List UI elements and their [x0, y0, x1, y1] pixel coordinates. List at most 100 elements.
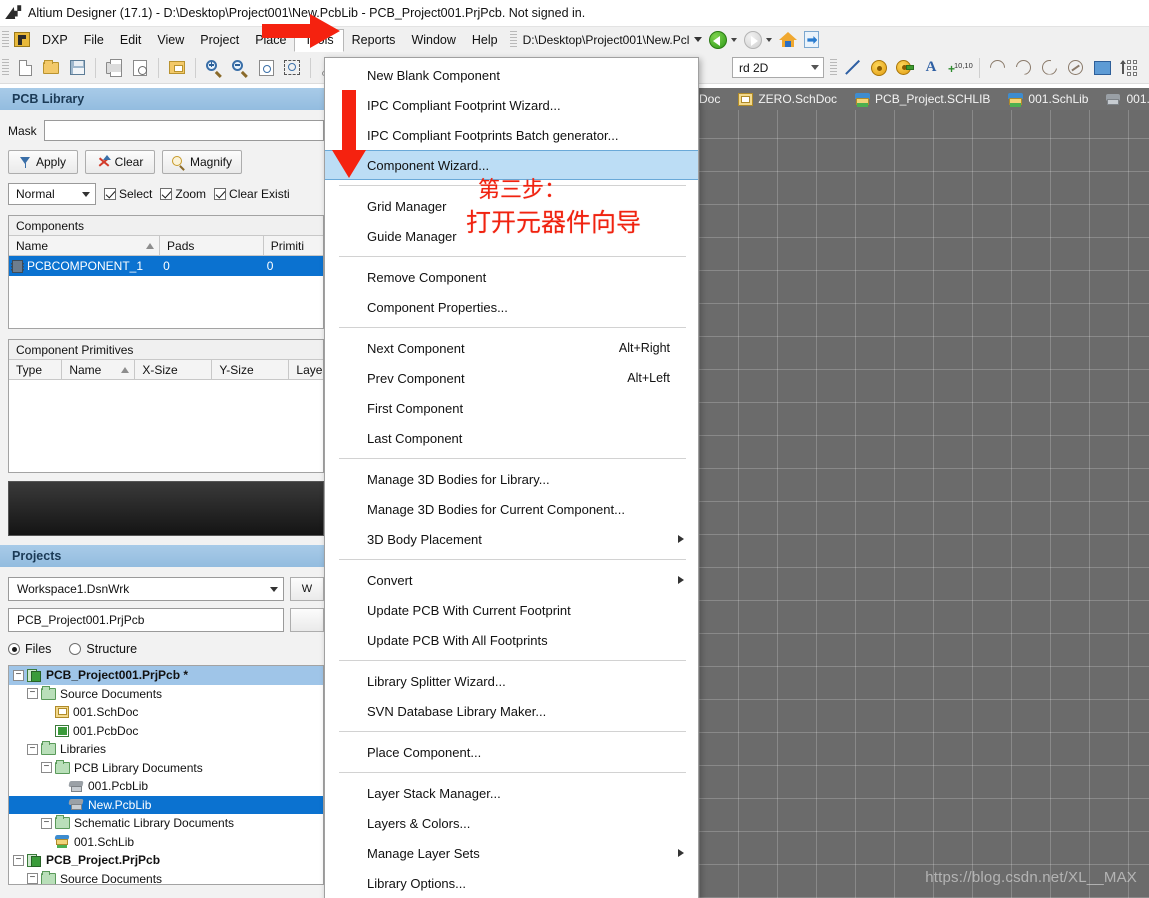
open-folder-icon[interactable] — [39, 56, 63, 80]
apply-button[interactable]: Apply — [8, 150, 78, 174]
menu-item-component-wizard[interactable]: Component Wizard... — [325, 150, 698, 180]
menu-item-layers-and-colors[interactable]: Layers & Colors... — [325, 808, 698, 838]
menu-item-prev-component[interactable]: Prev Component Alt+Left — [325, 363, 698, 393]
menu-item-next-component[interactable]: Next Component Alt+Right — [325, 333, 698, 363]
menu-item-new-blank-component[interactable]: New Blank Component — [325, 60, 698, 90]
menu-item-ipc-compliant-footprint-wizard[interactable]: IPC Compliant Footprint Wizard... — [325, 90, 698, 120]
view-mode-combo[interactable]: rd 2D — [732, 57, 824, 78]
tree-item-001-schlib[interactable]: 001.SchLib — [9, 833, 323, 852]
menu-item-update-pcb-with-current-footprint[interactable]: Update PCB With Current Footprint — [325, 595, 698, 625]
menu-dxp[interactable]: DXP — [34, 29, 76, 51]
expander-icon[interactable]: − — [13, 854, 24, 866]
place-arc-edge-icon[interactable] — [1012, 56, 1036, 80]
document-path-combo[interactable]: D:\Desktop\Project001\New.Pcl — [523, 33, 703, 47]
print-icon[interactable] — [102, 56, 126, 80]
menu-item-ipc-compliant-footprints-batch-generator[interactable]: IPC Compliant Footprints Batch generator… — [325, 120, 698, 150]
expander-icon[interactable]: − — [41, 762, 52, 774]
expander-icon[interactable]: − — [27, 688, 38, 700]
column-header-prim-name[interactable]: Name — [62, 360, 136, 379]
tree-item-001-schdoc[interactable]: 001.SchDoc — [9, 703, 323, 722]
menu-item-last-component[interactable]: Last Component — [325, 423, 698, 453]
menu-gripper-icon[interactable] — [2, 30, 9, 49]
menu-item-library-splitter-wizard[interactable]: Library Splitter Wizard... — [325, 666, 698, 696]
place-fill-icon[interactable] — [1090, 56, 1114, 80]
zoom-out-icon[interactable] — [228, 56, 252, 80]
tree-item-libraries[interactable]: − Libraries — [9, 740, 323, 759]
components-empty-area[interactable] — [9, 276, 323, 328]
forward-arrow-icon[interactable] — [744, 30, 763, 49]
project-select[interactable]: PCB_Project001.PrjPcb — [8, 608, 284, 632]
save-icon[interactable] — [65, 56, 89, 80]
tree-item-new-pcblib[interactable]: New.PcbLib — [9, 795, 323, 814]
chevron-down-icon[interactable] — [82, 191, 90, 197]
workspace-menu-button[interactable]: W — [290, 577, 324, 601]
menu-reports[interactable]: Reports — [344, 29, 404, 51]
column-header-y-size[interactable]: Y-Size — [212, 360, 290, 379]
home-icon[interactable] — [779, 31, 798, 48]
zoom-document-icon[interactable] — [254, 56, 278, 80]
menu-item-svn-database-library-maker[interactable]: SVN Database Library Maker... — [325, 696, 698, 726]
print-preview-icon[interactable] — [128, 56, 152, 80]
menu-item-update-pcb-with-all-footprints[interactable]: Update PCB With All Footprints — [325, 625, 698, 655]
column-header-name[interactable]: Name — [9, 236, 161, 255]
expander-icon[interactable]: − — [13, 669, 24, 681]
table-row[interactable]: PCBCOMPONENT_1 0 0 — [9, 256, 323, 276]
component-wizard-icon[interactable] — [1116, 56, 1140, 80]
clear-button[interactable]: Clear — [85, 150, 155, 174]
place-string-icon[interactable]: A — [919, 56, 943, 80]
primitives-empty-area[interactable] — [9, 380, 323, 472]
place-arc-center-icon[interactable] — [986, 56, 1010, 80]
menu-help[interactable]: Help — [464, 29, 506, 51]
forward-history-chevron-icon[interactable] — [766, 37, 773, 42]
place-pad-icon[interactable] — [867, 56, 891, 80]
tile-windows-icon[interactable] — [165, 56, 189, 80]
menu-item-3d-body-placement[interactable]: 3D Body Placement — [325, 524, 698, 554]
workspace-select[interactable]: Workspace1.DsnWrk — [8, 577, 284, 601]
menu-window[interactable]: Window — [403, 29, 463, 51]
new-document-icon[interactable] — [13, 56, 37, 80]
expander-icon[interactable]: − — [41, 817, 52, 829]
menu-file[interactable]: File — [76, 29, 112, 51]
toolbar-gripper-icon[interactable] — [830, 58, 837, 77]
zoom-in-icon[interactable] — [202, 56, 226, 80]
tree-item-pcb-project[interactable]: − PCB_Project.PrjPcb — [9, 851, 323, 870]
menu-item-library-options[interactable]: Library Options... — [325, 868, 698, 898]
clear-existing-checkbox[interactable]: Clear Existi — [214, 187, 290, 201]
chevron-down-icon[interactable] — [694, 37, 703, 42]
tab-001-pcblib[interactable]: 001.P — [1097, 92, 1149, 106]
back-history-chevron-icon[interactable] — [731, 37, 738, 42]
menu-item-manage-layer-sets[interactable]: Manage Layer Sets — [325, 838, 698, 868]
toolbar-gripper-icon[interactable] — [2, 58, 9, 77]
place-line-icon[interactable] — [841, 56, 865, 80]
tab-001-schlib[interactable]: 001.SchLib — [999, 92, 1097, 107]
menu-view[interactable]: View — [149, 29, 192, 51]
menu-item-remove-component[interactable]: Remove Component — [325, 262, 698, 292]
menu-edit[interactable]: Edit — [112, 29, 150, 51]
expander-icon[interactable]: − — [27, 743, 38, 755]
menu-item-manage-3d-bodies-for-current-component[interactable]: Manage 3D Bodies for Current Component..… — [325, 494, 698, 524]
place-coordinate-icon[interactable]: +10,10 — [945, 56, 973, 80]
menu-item-convert[interactable]: Convert — [325, 565, 698, 595]
tree-item-001-pcbdoc[interactable]: 001.PcbDoc — [9, 722, 323, 741]
column-header-type[interactable]: Type — [9, 360, 63, 379]
tab-pcb-project-schlib[interactable]: PCB_Project.SCHLIB — [846, 92, 999, 107]
zoom-selection-icon[interactable] — [280, 56, 304, 80]
project-tree[interactable]: − PCB_Project001.PrjPcb * − Source Docum… — [8, 665, 324, 885]
zoom-checkbox[interactable]: Zoom — [160, 187, 206, 201]
select-checkbox[interactable]: Select — [104, 187, 152, 201]
place-via-icon[interactable] — [893, 56, 917, 80]
place-arc-any-angle-icon[interactable] — [1038, 56, 1062, 80]
tree-item-pcb-library-documents[interactable]: − PCB Library Documents — [9, 759, 323, 778]
back-arrow-icon[interactable] — [709, 30, 728, 49]
menu-item-component-properties[interactable]: Component Properties... — [325, 292, 698, 322]
column-header-layer[interactable]: Laye — [289, 360, 323, 379]
menu-item-layer-stack-manager[interactable]: Layer Stack Manager... — [325, 778, 698, 808]
tree-item-source-documents[interactable]: − Source Documents — [9, 685, 323, 704]
column-header-pads[interactable]: Pads — [160, 236, 264, 255]
tree-item-001-pcblib[interactable]: 001.PcbLib — [9, 777, 323, 796]
project-menu-button[interactable] — [290, 608, 324, 632]
radio-files[interactable]: Files — [8, 642, 51, 656]
menu-item-first-component[interactable]: First Component — [325, 393, 698, 423]
dxp-icon[interactable] — [14, 32, 30, 47]
menu-item-place-component[interactable]: Place Component... — [325, 737, 698, 767]
